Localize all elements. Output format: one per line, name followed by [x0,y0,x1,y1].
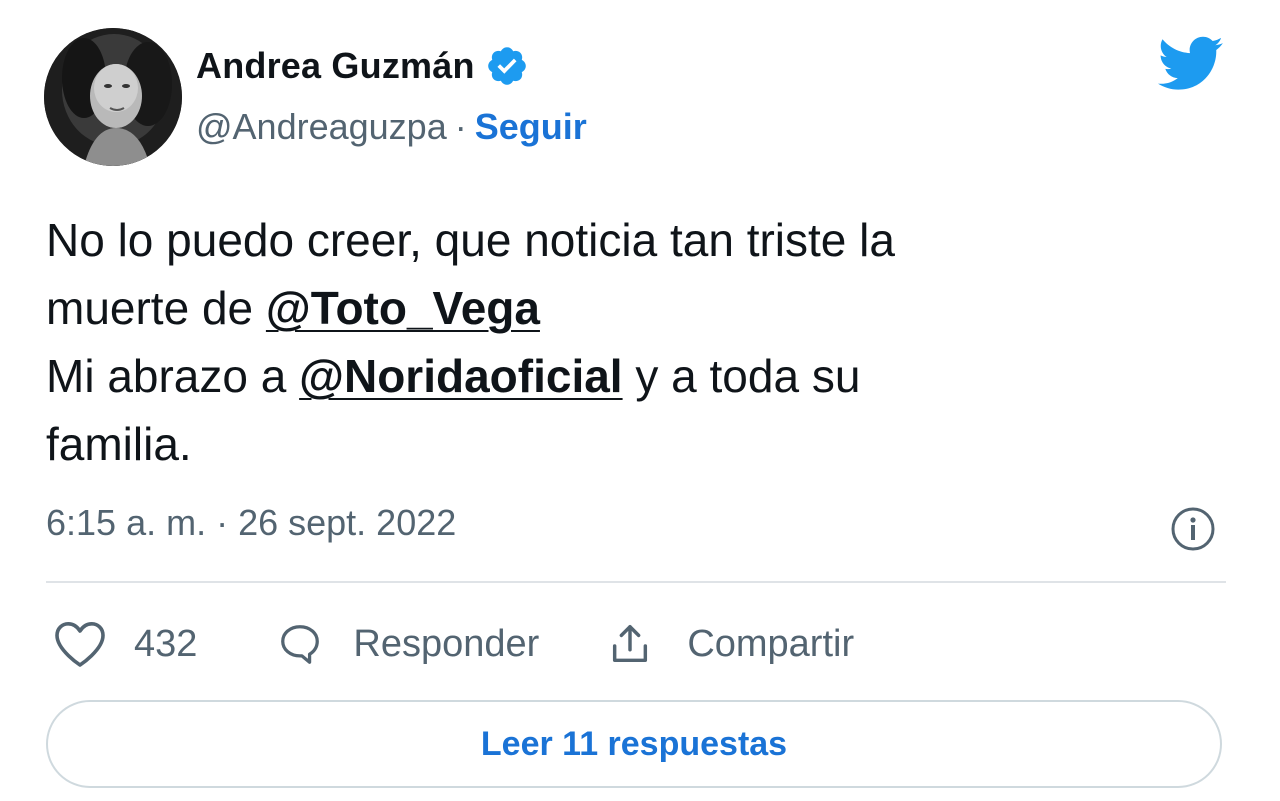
follow-button[interactable]: Seguir [475,106,587,148]
info-icon[interactable] [1168,504,1218,554]
like-count: 432 [134,622,198,665]
divider [46,581,1226,583]
tweet-line-3-suffix: y a toda su [622,350,861,402]
reply-button[interactable]: Responder [277,621,539,667]
author-name[interactable]: Andrea Guzmán [196,45,475,87]
share-button[interactable]: Compartir [607,621,854,667]
tweet-line-2-prefix: muerte de [46,282,266,334]
mention-link-toto-vega[interactable]: @Toto_Vega [266,282,540,334]
author-handle[interactable]: @Andreaguzpa [196,106,447,148]
tweet-actions-bar: 432 Responder Compartir [52,612,854,676]
speech-bubble-icon [277,621,323,667]
tweet-line-2: muerte de @Toto_Vega [46,274,1206,342]
tweet-line-3-prefix: Mi abrazo a [46,350,300,402]
verified-badge-icon [485,44,529,88]
tweet-card: Andrea Guzmán @Andreaguzpa · Seguir No l… [0,0,1280,801]
tweet-line-3: Mi abrazo a @Noridaoficial y a toda su [46,342,1206,410]
reply-label: Responder [353,622,540,665]
tweet-body: No lo puedo creer, que noticia tan trist… [46,206,1206,478]
author-name-row: Andrea Guzmán [196,44,529,88]
tweet-line-1: No lo puedo creer, que noticia tan trist… [46,214,895,266]
share-upload-icon [607,621,653,667]
read-replies-button[interactable]: Leer 11 respuestas [46,700,1222,788]
tweet-line-4: familia. [46,418,192,470]
separator-dot: · [454,106,467,147]
author-avatar[interactable] [44,28,182,166]
tweet-timestamp[interactable]: 6:15 a. m. · 26 sept. 2022 [46,502,456,544]
like-button[interactable]: 432 [52,619,197,669]
twitter-bird-icon[interactable] [1158,36,1224,92]
author-handle-row: @Andreaguzpa · Seguir [196,106,587,148]
mention-link-noridaoficial[interactable]: @Noridaoficial [299,350,622,402]
heart-icon [52,619,108,669]
share-label: Compartir [687,622,855,665]
